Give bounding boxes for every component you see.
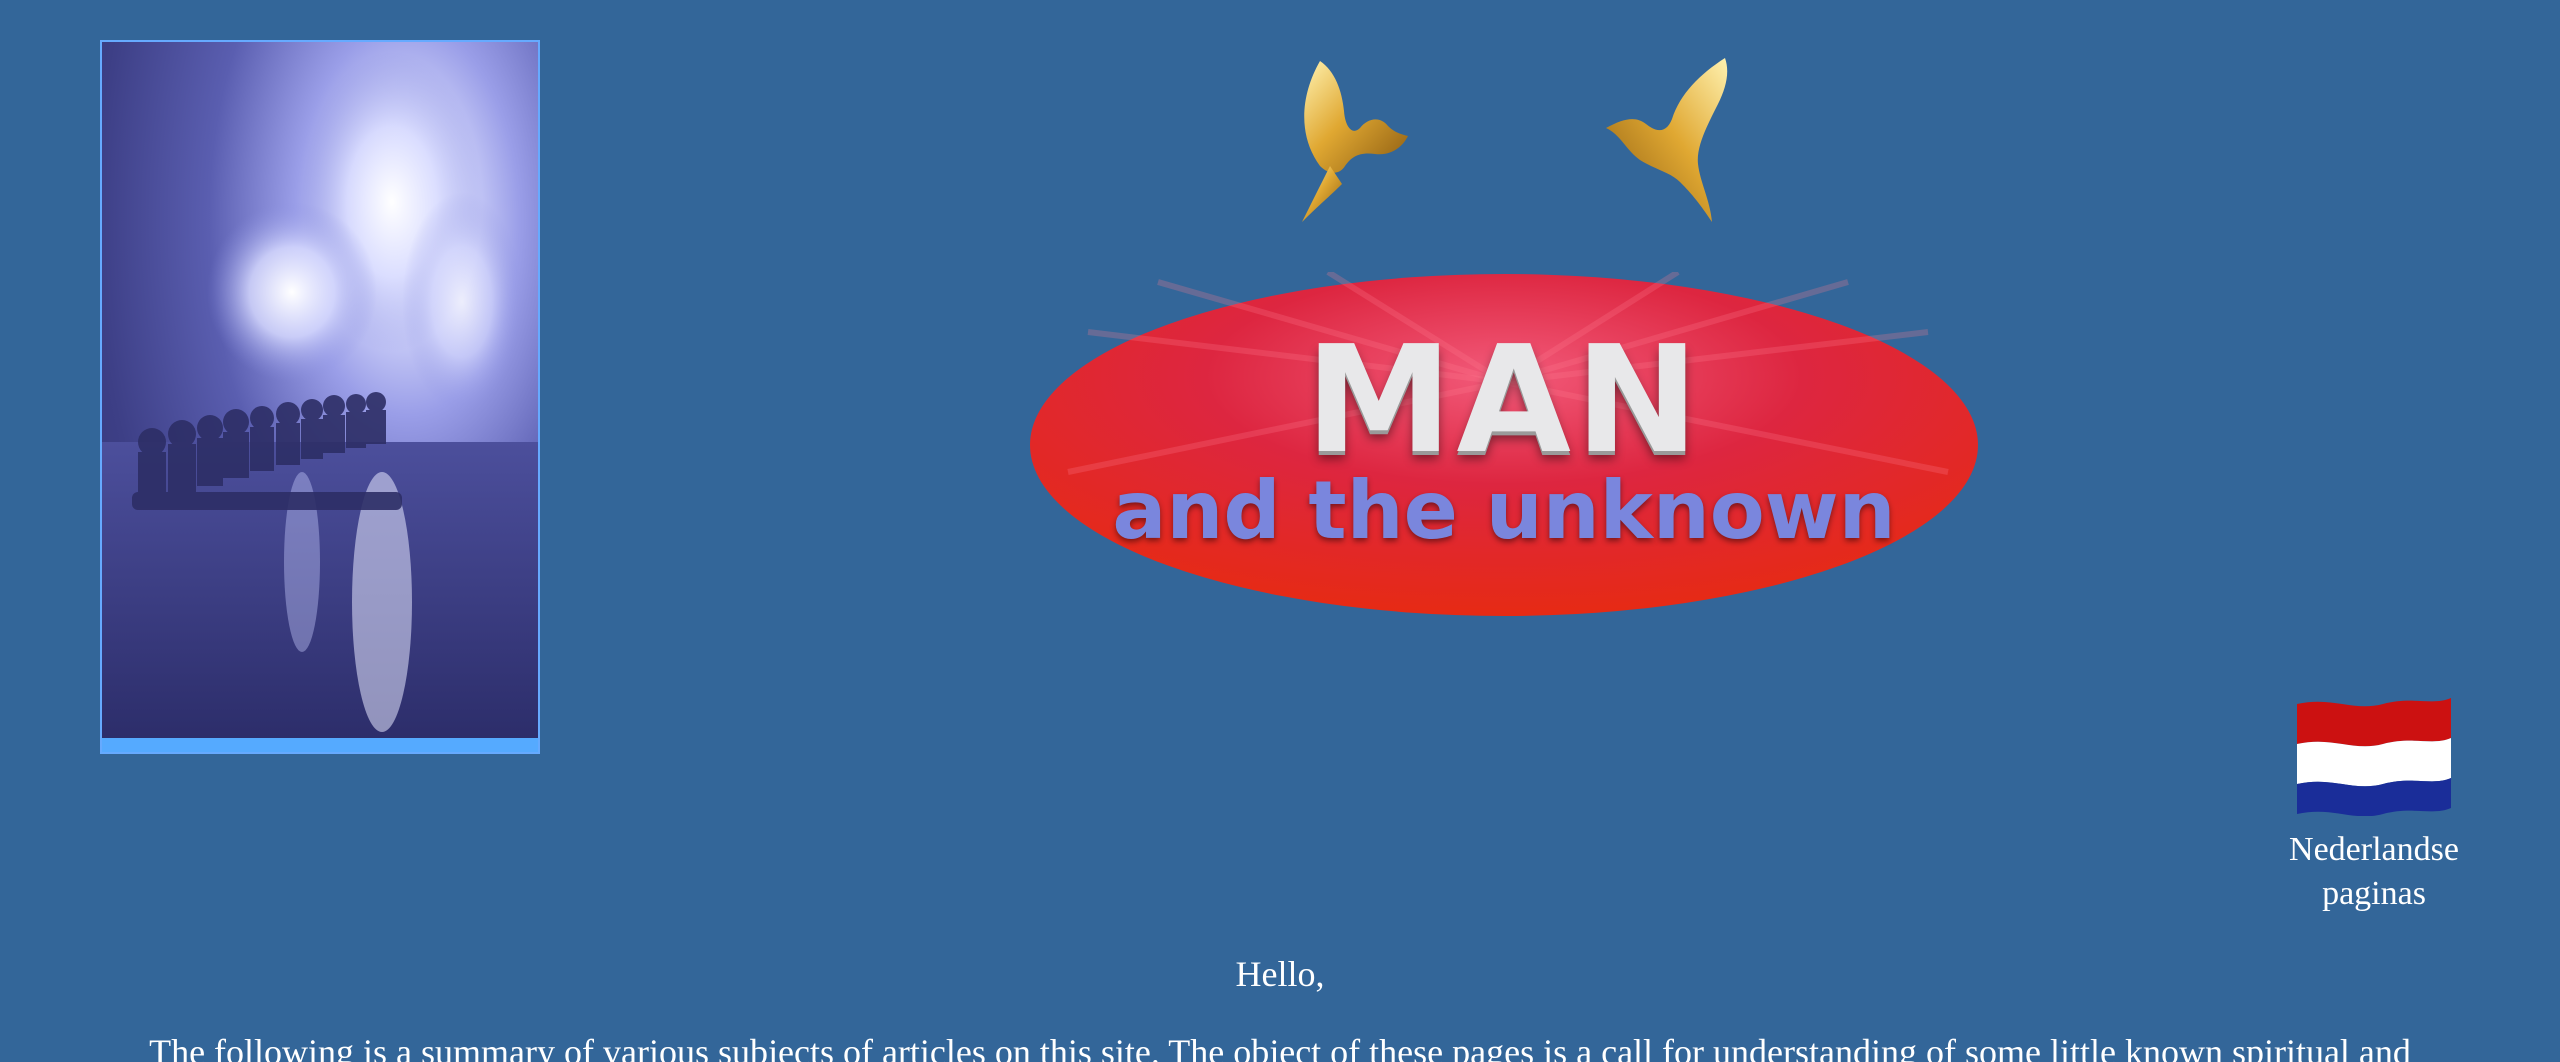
dutch-pages-link[interactable]: Nederlandse paginas (2265, 696, 2483, 916)
intro-paragraph: The following is a summary of various su… (149, 1032, 2411, 1062)
dutch-pages-label: Nederlandse paginas (2289, 831, 2459, 912)
netherlands-flag-icon (2297, 698, 2451, 816)
photo-bottom-border (102, 738, 538, 752)
dove-icon (1302, 61, 1408, 222)
page: MAN and the unknown Nederlandse paginas … (0, 0, 2560, 1062)
site-logo: MAN and the unknown (1028, 272, 1980, 618)
logo-subtitle: and the unknown (1112, 464, 1896, 557)
fountain-photo-image (102, 52, 538, 742)
fountain-photo (100, 40, 540, 754)
greeting-text: Hello, (1235, 954, 1325, 994)
logo-title: MAN (1305, 314, 1703, 486)
dove-icon (1606, 58, 1728, 222)
